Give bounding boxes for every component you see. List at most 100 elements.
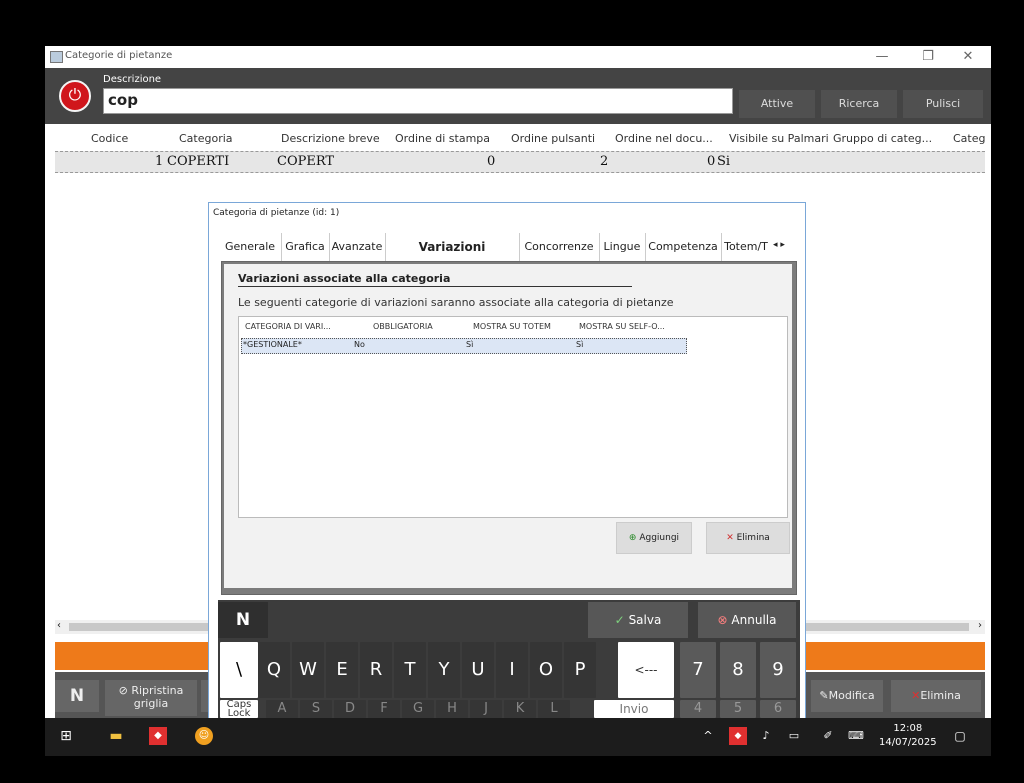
key-9[interactable]: 9 xyxy=(760,642,796,698)
elimina-main-button[interactable]: ✕Elimina xyxy=(891,680,981,712)
key-p[interactable]: P xyxy=(564,642,596,698)
ripristina-label: Ripristina griglia xyxy=(131,684,184,710)
key-backslash[interactable]: \ xyxy=(220,642,258,698)
key-k[interactable]: K xyxy=(504,700,536,718)
col-ordine-docu[interactable]: Ordine nel docu... xyxy=(615,132,713,145)
attive-button[interactable]: Attive xyxy=(739,90,815,118)
cell-ordine-docu: 0 xyxy=(707,154,716,169)
key-d[interactable]: D xyxy=(334,700,366,718)
list-cell-self: Sì xyxy=(576,340,584,349)
network-icon[interactable]: ▭ xyxy=(785,727,803,745)
key-l[interactable]: L xyxy=(538,700,570,718)
modifica-label: Modifica xyxy=(828,689,875,702)
salva-button[interactable]: ✓ Salva xyxy=(588,602,688,638)
elimina-variazione-label: Elimina xyxy=(736,533,770,543)
dialog-title: Categoria di pietanze (id: 1) xyxy=(213,208,340,218)
key-8[interactable]: 8 xyxy=(720,642,756,698)
tab-variazioni-associate[interactable]: Variazioni associate xyxy=(385,233,520,282)
close-button[interactable]: ✕ xyxy=(953,48,983,66)
key-invio[interactable]: Invio xyxy=(594,700,674,718)
tab-generale[interactable]: Generale xyxy=(219,233,282,261)
maximize-button[interactable]: ❐ xyxy=(913,48,943,66)
pen-icon[interactable]: ✐ xyxy=(819,727,837,745)
n-button[interactable]: N xyxy=(55,680,99,712)
key-r[interactable]: R xyxy=(360,642,392,698)
tab-competenza[interactable]: Competenza xyxy=(645,233,722,261)
table-row[interactable]: 1 COPERTI COPERT 0 2 0 Si xyxy=(55,151,985,173)
key-e[interactable]: E xyxy=(326,642,358,698)
list-item[interactable]: *GESTIONALE* No Sì Sì xyxy=(241,338,687,354)
key-w[interactable]: W xyxy=(292,642,324,698)
delete-icon: ✕ xyxy=(911,689,921,702)
pulisci-button[interactable]: Pulisci xyxy=(903,90,983,118)
key-f[interactable]: F xyxy=(368,700,400,718)
minimize-button[interactable]: — xyxy=(867,48,897,66)
file-explorer-icon[interactable]: ▬ xyxy=(107,727,125,745)
tray-chevron-icon[interactable]: ^ xyxy=(699,727,717,745)
variazioni-list[interactable]: CATEGORIA DI VARI... OBBLIGATORIA MOSTRA… xyxy=(238,316,788,518)
clock[interactable]: 12:08 14/07/2025 xyxy=(879,722,937,750)
key-4[interactable]: 4 xyxy=(680,700,716,718)
scroll-left-icon[interactable]: ‹ xyxy=(57,620,61,631)
tab-grafica[interactable]: Grafica xyxy=(281,233,330,261)
key-6[interactable]: 6 xyxy=(760,700,796,718)
key-q[interactable]: Q xyxy=(258,642,290,698)
windows-start-icon[interactable]: ⊞ xyxy=(57,727,75,745)
key-j[interactable]: J xyxy=(470,700,502,718)
col-categoria[interactable]: Categoria xyxy=(179,132,233,145)
col-gruppo-categ[interactable]: Gruppo di categ... xyxy=(833,132,932,145)
modifica-button[interactable]: ✎Modifica xyxy=(811,680,883,712)
list-col-mostra-totem[interactable]: MOSTRA SU TOTEM xyxy=(473,322,551,331)
col-ordine-stampa[interactable]: Ordine di stampa xyxy=(395,132,490,145)
col-descrizione-breve[interactable]: Descrizione breve xyxy=(281,132,380,145)
tab-concorrenze[interactable]: Concorrenze xyxy=(519,233,600,261)
elimina-label: Elimina xyxy=(920,689,961,702)
key-g[interactable]: G xyxy=(402,700,434,718)
reset-icon: ⊘ xyxy=(118,684,128,697)
scroll-right-icon[interactable]: › xyxy=(978,620,982,631)
key-a[interactable]: A xyxy=(266,700,298,718)
col-categ[interactable]: Categ xyxy=(953,132,985,145)
keyboard-icon[interactable]: ⌨ xyxy=(847,727,865,745)
annulla-button[interactable]: ⊗ Annulla xyxy=(698,602,796,638)
elimina-variazione-button[interactable]: ✕ Elimina xyxy=(706,522,790,554)
notifications-icon[interactable]: ▢ xyxy=(951,727,969,745)
key-i[interactable]: I xyxy=(496,642,528,698)
key-caps-lock[interactable]: Caps Lock xyxy=(220,700,258,718)
col-visibile-palmari[interactable]: Visibile su Palmari xyxy=(729,132,829,145)
n-key[interactable]: N xyxy=(218,602,268,638)
cell-visibile: Si xyxy=(717,154,731,169)
search-input[interactable]: cop xyxy=(103,88,733,114)
key-7[interactable]: 7 xyxy=(680,642,716,698)
key-backspace[interactable]: <--- xyxy=(618,642,674,698)
section-title: Variazioni associate alla categoria xyxy=(238,272,451,285)
dialog-tabs: Generale Grafica Avanzate Variazioni ass… xyxy=(219,233,799,282)
ricerca-button[interactable]: Ricerca xyxy=(821,90,897,118)
list-cell-categoria: *GESTIONALE* xyxy=(243,340,302,349)
col-ordine-pulsanti[interactable]: Ordine pulsanti xyxy=(511,132,595,145)
tray-anydesk-icon[interactable]: ◆ xyxy=(729,727,747,745)
key-o[interactable]: O xyxy=(530,642,562,698)
tab-avanzate[interactable]: Avanzate xyxy=(329,233,386,261)
aggiungi-button[interactable]: ⊕ Aggiungi xyxy=(616,522,692,554)
volume-icon[interactable]: ♪ xyxy=(757,727,775,745)
tab-totem[interactable]: Totem/T xyxy=(721,233,771,261)
list-col-obbligatoria[interactable]: OBBLIGATORIA xyxy=(373,322,433,331)
power-icon[interactable]: ⏻ xyxy=(59,80,91,112)
key-t[interactable]: T xyxy=(394,642,426,698)
list-col-mostra-self[interactable]: MOSTRA SU SELF-O... xyxy=(579,322,665,331)
tab-scroll-icon[interactable]: ◂ ▸ xyxy=(773,240,785,250)
ripristina-griglia-button[interactable]: ⊘ Ripristina griglia xyxy=(105,680,197,716)
app-taskbar-icon[interactable]: ☺ xyxy=(195,727,213,745)
key-5[interactable]: 5 xyxy=(720,700,756,718)
list-col-categoria[interactable]: CATEGORIA DI VARI... xyxy=(245,322,331,331)
key-y[interactable]: Y xyxy=(428,642,460,698)
key-s[interactable]: S xyxy=(300,700,332,718)
clock-time: 12:08 xyxy=(893,723,923,734)
section-divider xyxy=(238,286,632,287)
col-codice[interactable]: Codice xyxy=(91,132,128,145)
tab-lingue[interactable]: Lingue xyxy=(599,233,646,261)
key-h[interactable]: H xyxy=(436,700,468,718)
key-u[interactable]: U xyxy=(462,642,494,698)
anydesk-icon[interactable]: ◆ xyxy=(149,727,167,745)
